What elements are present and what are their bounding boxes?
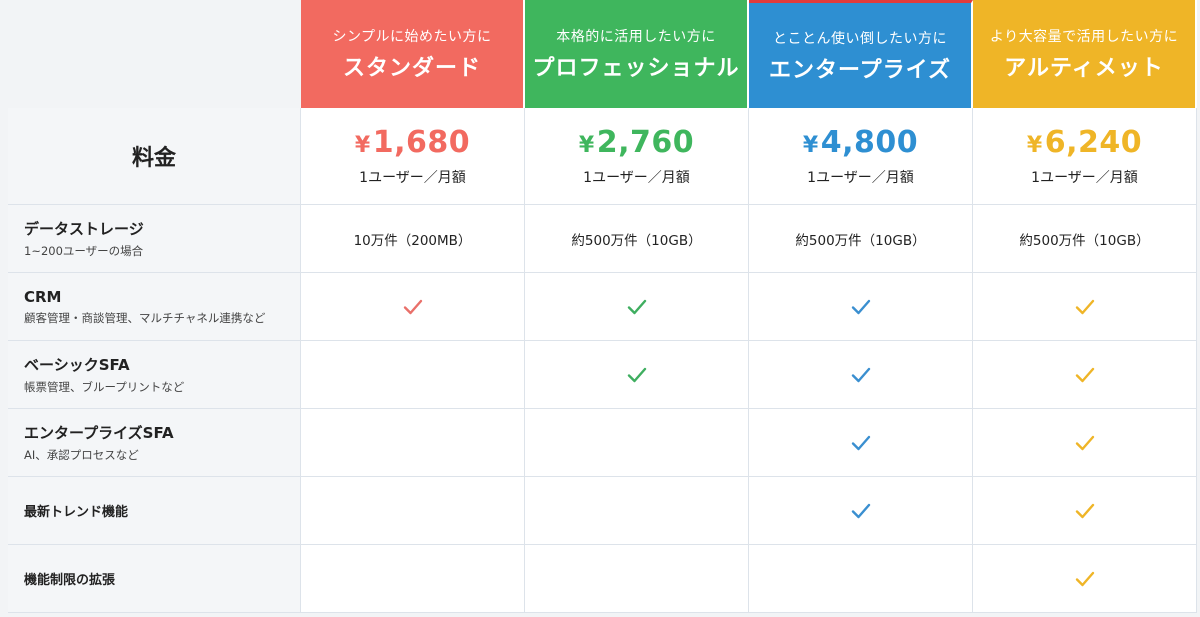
row-title: エンタープライズSFA: [24, 424, 174, 442]
plan-header-professional: 本格的に活用したい方に プロフェッショナル: [525, 0, 749, 108]
storage-cell-ultimate: 約500万件（10GB）: [973, 205, 1197, 273]
plan-subtitle: より大容量で活用したい方に: [989, 29, 1179, 45]
plan-header-enterprise: とことん使い倒したい方に エンタープライズ: [749, 0, 973, 108]
price-value: ¥2,760: [578, 124, 695, 160]
limit-ext-row-label: 機能制限の拡張: [8, 545, 301, 613]
check-icon: [1075, 299, 1094, 314]
trend-cell-standard: [301, 477, 525, 545]
price-value: ¥6,240: [1026, 124, 1143, 160]
crm-cell-professional: [525, 273, 749, 341]
row-title: データストレージ: [24, 220, 144, 238]
storage-cell-professional: 約500万件（10GB）: [525, 205, 749, 273]
check-icon: [1075, 435, 1094, 450]
plan-header-ultimate: より大容量で活用したい方に アルティメット: [973, 0, 1197, 108]
basic-sfa-cell-enterprise: [749, 341, 973, 409]
price-unit: 1ユーザー／月額: [807, 169, 914, 186]
pricing-table: シンプルに始めたい方に スタンダード 本格的に活用したい方に プロフェッショナル…: [8, 0, 1197, 613]
check-icon: [1075, 503, 1094, 518]
row-title: 最新トレンド機能: [24, 505, 129, 520]
price-row-label: 料金: [8, 108, 301, 205]
basic-sfa-row-label: ベーシックSFA 帳票管理、ブループリントなど: [8, 341, 301, 409]
limit-ext-cell-professional: [525, 545, 749, 613]
row-subtitle: 帳票管理、ブループリントなど: [24, 380, 185, 394]
limit-ext-cell-ultimate: [973, 545, 1197, 613]
plan-name: スタンダード: [342, 56, 481, 81]
enterprise-sfa-cell-standard: [301, 409, 525, 477]
limit-ext-cell-enterprise: [749, 545, 973, 613]
price-unit: 1ユーザー／月額: [583, 169, 690, 186]
limit-ext-cell-standard: [301, 545, 525, 613]
row-title: 機能制限の拡張: [24, 573, 116, 588]
plan-name: アルティメット: [1004, 56, 1164, 81]
plan-name: プロフェッショナル: [532, 56, 740, 81]
storage-row-label: データストレージ 1~200ユーザーの場合: [8, 205, 301, 273]
crm-cell-enterprise: [749, 273, 973, 341]
check-icon: [1075, 571, 1094, 586]
row-subtitle: AI、承認プロセスなど: [24, 448, 139, 462]
price-cell-standard: ¥1,680 1ユーザー／月額: [301, 108, 525, 205]
storage-cell-enterprise: 約500万件（10GB）: [749, 205, 973, 273]
trend-row-label: 最新トレンド機能: [8, 477, 301, 545]
check-icon: [627, 367, 646, 382]
basic-sfa-cell-ultimate: [973, 341, 1197, 409]
check-icon: [403, 299, 422, 314]
basic-sfa-cell-professional: [525, 341, 749, 409]
row-title: 料金: [131, 146, 176, 171]
price-unit: 1ユーザー／月額: [1031, 169, 1138, 186]
crm-row-label: CRM 顧客管理・商談管理、マルチチャネル連携など: [8, 273, 301, 341]
check-icon: [627, 299, 646, 314]
enterprise-sfa-cell-ultimate: [973, 409, 1197, 477]
price-value: ¥4,800: [802, 124, 919, 160]
check-icon: [851, 367, 870, 382]
row-title: CRM: [24, 287, 62, 306]
crm-cell-standard: [301, 273, 525, 341]
check-icon: [851, 435, 870, 450]
price-cell-ultimate: ¥6,240 1ユーザー／月額: [973, 108, 1197, 205]
storage-cell-standard: 10万件（200MB）: [301, 205, 525, 273]
trend-cell-enterprise: [749, 477, 973, 545]
plan-header-standard: シンプルに始めたい方に スタンダード: [301, 0, 525, 108]
crm-cell-ultimate: [973, 273, 1197, 341]
plan-name: エンタープライズ: [768, 57, 952, 83]
price-value: ¥1,680: [354, 124, 471, 160]
basic-sfa-cell-standard: [301, 341, 525, 409]
check-icon: [851, 299, 870, 314]
price-cell-professional: ¥2,760 1ユーザー／月額: [525, 108, 749, 205]
plan-subtitle: シンプルに始めたい方に: [332, 29, 492, 45]
table-corner: [8, 0, 301, 108]
enterprise-sfa-cell-professional: [525, 409, 749, 477]
price-cell-enterprise: ¥4,800 1ユーザー／月額: [749, 108, 973, 205]
plan-subtitle: とことん使い倒したい方に: [773, 30, 947, 47]
row-title: ベーシックSFA: [24, 356, 130, 374]
price-unit: 1ユーザー／月額: [359, 169, 466, 186]
enterprise-sfa-cell-enterprise: [749, 409, 973, 477]
enterprise-sfa-row-label: エンタープライズSFA AI、承認プロセスなど: [8, 409, 301, 477]
trend-cell-professional: [525, 477, 749, 545]
row-subtitle: 顧客管理・商談管理、マルチチャネル連携など: [24, 310, 266, 325]
trend-cell-ultimate: [973, 477, 1197, 545]
check-icon: [1075, 367, 1094, 382]
row-subtitle: 1~200ユーザーの場合: [24, 244, 144, 258]
check-icon: [851, 503, 870, 518]
plan-subtitle: 本格的に活用したい方に: [556, 29, 716, 45]
pricing-comparison: シンプルに始めたい方に スタンダード 本格的に活用したい方に プロフェッショナル…: [0, 0, 1200, 617]
